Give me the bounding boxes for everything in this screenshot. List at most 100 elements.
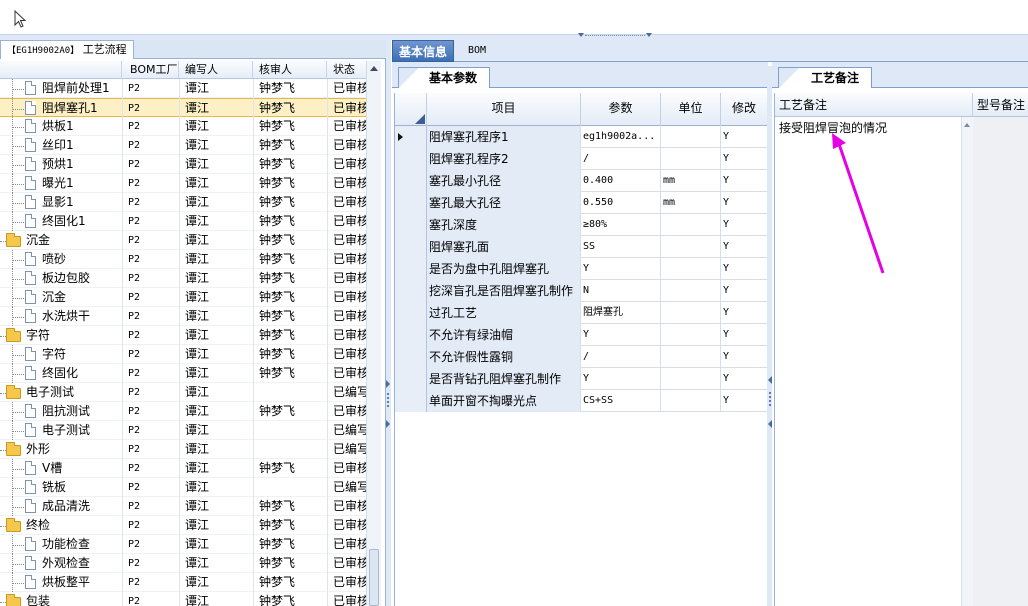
tab-basic-params[interactable]: 基本参数 (398, 67, 491, 88)
col-modify-header[interactable]: 修改 (721, 93, 767, 126)
param-item-cell[interactable]: 不允许假性露铜 (427, 346, 581, 368)
tree-row[interactable]: 烘板整平 P2 谭江 钟梦飞 已审核 (0, 573, 366, 592)
param-value-cell[interactable]: Y (581, 324, 661, 346)
param-modify-cell[interactable]: Y (721, 324, 767, 346)
param-modify-cell[interactable]: Y (721, 390, 767, 412)
param-item-cell[interactable]: 是否为盘中孔阻焊塞孔 (427, 258, 581, 280)
param-unit-cell[interactable] (661, 148, 721, 170)
row-selector[interactable] (395, 302, 427, 324)
param-modify-cell[interactable]: Y (721, 214, 767, 236)
param-unit-cell[interactable] (661, 346, 721, 368)
tree-folder-row[interactable]: 终检 P2 谭江 钟梦飞 已审核 (0, 516, 366, 535)
param-modify-cell[interactable]: Y (721, 236, 767, 258)
param-modify-cell[interactable]: Y (721, 280, 767, 302)
col-process-notes-header[interactable]: 工艺备注 (775, 93, 973, 117)
param-unit-cell[interactable] (661, 214, 721, 236)
param-value-cell[interactable]: / (581, 346, 661, 368)
col-factory-header[interactable]: BOM工厂 (122, 61, 179, 79)
expand-arrow-icon[interactable] (386, 380, 390, 388)
param-row[interactable]: 是否背钻孔阻焊塞孔制作 Y Y (395, 368, 767, 390)
param-modify-cell[interactable]: Y (721, 346, 767, 368)
param-value-cell[interactable]: eg1h9002a... (581, 126, 661, 148)
row-selector[interactable] (395, 280, 427, 302)
param-row[interactable]: 挖深盲孔是否阻焊塞孔制作 N Y (395, 280, 767, 302)
tree-folder-row[interactable]: 包装 P2 谭江 钟梦飞 已审核 (0, 592, 366, 606)
process-tree[interactable]: 阻焊前处理1 P2 谭江 钟梦飞 已审核 阻焊塞孔1 P2 谭江 钟梦飞 已审核 烘板1 P2 谭江 钟梦… (0, 79, 366, 606)
collapse-arrow-icon[interactable] (646, 33, 652, 37)
notes-scrollbar[interactable] (961, 117, 973, 606)
param-unit-cell[interactable] (661, 324, 721, 346)
param-value-cell[interactable]: 0.400 (581, 170, 661, 192)
param-modify-cell[interactable]: Y (721, 148, 767, 170)
param-item-cell[interactable]: 塞孔深度 (427, 214, 581, 236)
param-value-cell[interactable]: SS (581, 236, 661, 258)
param-unit-cell[interactable] (661, 368, 721, 390)
param-item-cell[interactable]: 塞孔最大孔径 (427, 192, 581, 214)
param-row[interactable]: 塞孔深度 ≥80% Y (395, 214, 767, 236)
tree-folder-row[interactable]: 沉金 P2 谭江 钟梦飞 已审核 (0, 231, 366, 250)
param-row[interactable]: 塞孔最大孔径 0.550 mm Y (395, 192, 767, 214)
param-unit-cell[interactable] (661, 126, 721, 148)
scroll-thumb[interactable] (369, 549, 379, 606)
row-selector[interactable] (395, 390, 427, 412)
collapse-arrow-icon[interactable] (768, 376, 772, 384)
tree-row[interactable]: 沉金 P2 谭江 钟梦飞 已审核 (0, 288, 366, 307)
vertical-splitter[interactable] (767, 66, 772, 606)
row-selector-header[interactable] (395, 93, 427, 126)
col-param-header[interactable]: 参数 (581, 93, 661, 126)
row-selector[interactable] (395, 214, 427, 236)
row-selector[interactable] (395, 192, 427, 214)
param-row[interactable]: 不允许有绿油帽 Y Y (395, 324, 767, 346)
param-item-cell[interactable]: 单面开窗不掏曝光点 (427, 390, 581, 412)
param-item-cell[interactable]: 是否背钻孔阻焊塞孔制作 (427, 368, 581, 390)
tree-row[interactable]: 铣板 P2 谭江 已编写 (0, 478, 366, 497)
tree-row[interactable]: 阻焊塞孔1 P2 谭江 钟梦飞 已审核 (0, 98, 366, 118)
param-modify-cell[interactable]: Y (721, 192, 767, 214)
tree-folder-row[interactable]: 电子测试 P2 谭江 已编写 (0, 383, 366, 402)
tree-row[interactable]: 阻抗测试 P2 谭江 钟梦飞 已审核 (0, 402, 366, 421)
tab-process-flow[interactable]: 【EG1H9002A0】 工艺流程 (0, 40, 134, 59)
param-value-cell[interactable]: / (581, 148, 661, 170)
scroll-up-icon[interactable] (964, 123, 970, 127)
row-selector[interactable] (395, 170, 427, 192)
tree-row[interactable]: 预烘1 P2 谭江 钟梦飞 已审核 (0, 155, 366, 174)
param-item-cell[interactable]: 阻焊塞孔程序2 (427, 148, 581, 170)
vertical-splitter[interactable] (386, 40, 391, 606)
col-name-header[interactable] (0, 61, 122, 79)
param-item-cell[interactable]: 阻焊塞孔程序1 (427, 126, 581, 148)
param-unit-cell[interactable] (661, 302, 721, 324)
tree-folder-row[interactable]: 字符 P2 谭江 钟梦飞 已审核 (0, 326, 366, 345)
row-selector[interactable] (395, 236, 427, 258)
tree-row[interactable]: 水洗烘干 P2 谭江 钟梦飞 已审核 (0, 307, 366, 326)
param-item-cell[interactable]: 不允许有绿油帽 (427, 324, 581, 346)
param-modify-cell[interactable]: Y (721, 170, 767, 192)
param-value-cell[interactable]: Y (581, 368, 661, 390)
param-value-cell[interactable]: 阻焊塞孔 (581, 302, 661, 324)
tree-row[interactable]: V槽 P2 谭江 钟梦飞 已审核 (0, 459, 366, 478)
tab-process-notes[interactable]: 工艺备注 (778, 67, 873, 88)
param-modify-cell[interactable]: Y (721, 368, 767, 390)
tree-row[interactable]: 终固化 P2 谭江 钟梦飞 已审核 (0, 364, 366, 383)
param-row[interactable]: 是否为盘中孔阻焊塞孔 Y Y (395, 258, 767, 280)
tab-basic-info[interactable]: 基本信息 (392, 40, 455, 62)
param-unit-cell[interactable] (661, 236, 721, 258)
tree-scrollbar[interactable] (366, 61, 381, 606)
tree-row[interactable]: 丝印1 P2 谭江 钟梦飞 已审核 (0, 136, 366, 155)
tree-row[interactable]: 阻焊前处理1 P2 谭江 钟梦飞 已审核 (0, 79, 366, 98)
param-value-cell[interactable]: 0.550 (581, 192, 661, 214)
splitter-grip[interactable] (585, 35, 645, 38)
tree-row[interactable]: 功能检查 P2 谭江 钟梦飞 已审核 (0, 535, 366, 554)
param-row[interactable]: 单面开窗不掏曝光点 CS+SS Y (395, 390, 767, 412)
row-selector[interactable] (395, 148, 427, 170)
param-unit-cell[interactable] (661, 258, 721, 280)
param-value-cell[interactable]: ≥80% (581, 214, 661, 236)
tree-row[interactable]: 字符 P2 谭江 钟梦飞 已审核 (0, 345, 366, 364)
tree-row[interactable]: 成品清洗 P2 谭江 钟梦飞 已审核 (0, 497, 366, 516)
param-row[interactable]: 阻焊塞孔面 SS Y (395, 236, 767, 258)
tree-row[interactable]: 终固化1 P2 谭江 钟梦飞 已审核 (0, 212, 366, 231)
param-value-cell[interactable]: N (581, 280, 661, 302)
row-selector[interactable] (395, 258, 427, 280)
row-selector[interactable] (395, 368, 427, 390)
param-unit-cell[interactable]: mm (661, 170, 721, 192)
tree-row[interactable]: 板边包胶 P2 谭江 钟梦飞 已审核 (0, 269, 366, 288)
